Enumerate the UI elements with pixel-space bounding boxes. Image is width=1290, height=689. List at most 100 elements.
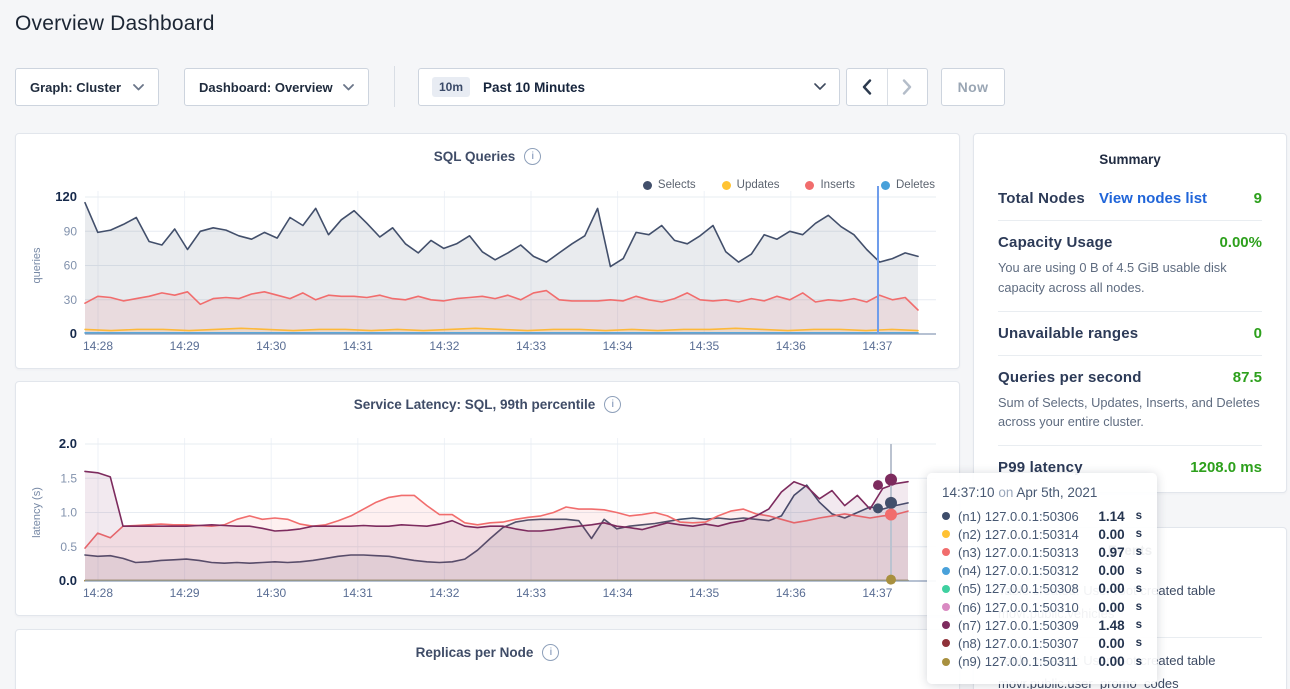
summary-row-total-nodes: Total Nodes View nodes list 9 (998, 177, 1262, 220)
svg-text:60: 60 (64, 259, 78, 273)
svg-text:14:35: 14:35 (689, 339, 719, 353)
svg-text:queries: queries (31, 247, 43, 284)
svg-text:90: 90 (64, 224, 78, 238)
svg-text:0: 0 (70, 326, 77, 341)
summary-value: 0 (1254, 325, 1262, 342)
summary-label: Capacity Usage (998, 234, 1113, 251)
summary-row-queries-per-second: Queries per second 87.5 Sum of Selects, … (998, 355, 1262, 446)
summary-value: 87.5 (1233, 369, 1262, 386)
hover-tooltip: 14:37:10 on Apr 5th, 2021 (n1) 127.0.0.1… (927, 473, 1157, 684)
svg-text:14:28: 14:28 (83, 339, 113, 353)
legend-item-selects[interactable]: Selects (643, 179, 696, 191)
svg-text:0.0: 0.0 (59, 573, 77, 588)
legend-item-inserts[interactable]: Inserts (805, 179, 855, 191)
svg-text:14:34: 14:34 (603, 586, 633, 600)
svg-text:1.5: 1.5 (60, 471, 77, 485)
svg-text:14:30: 14:30 (256, 586, 286, 600)
tooltip-row: (n8) 127.0.0.1:503070.00s (942, 634, 1142, 652)
next-range-button (888, 69, 928, 105)
view-nodes-link[interactable]: View nodes list (1099, 190, 1207, 207)
summary-label: Unavailable ranges (998, 325, 1138, 342)
svg-text:14:31: 14:31 (343, 586, 373, 600)
svg-text:14:33: 14:33 (516, 339, 546, 353)
svg-text:14:36: 14:36 (776, 339, 806, 353)
node-color-dot (942, 603, 950, 611)
chart-title: SQL Queries (434, 149, 516, 164)
sql-queries-chart[interactable]: 0 30 60 90 120 14:28 14:29 14:30 14:31 14:32 14:33… (16, 134, 959, 368)
tooltip-row: (n5) 127.0.0.1:503080.00s (942, 580, 1142, 598)
dashboard-dropdown-label: Dashboard: Overview (199, 80, 333, 95)
chevron-left-icon (862, 79, 872, 95)
page-title: Overview Dashboard (15, 12, 215, 36)
tooltip-row: (n2) 127.0.0.1:503140.00s (942, 525, 1142, 543)
svg-text:14:37: 14:37 (862, 586, 892, 600)
chart-header: Service Latency: SQL, 99th percentile i (16, 396, 959, 413)
summary-description: You are using 0 B of 4.5 GiB usable disk… (998, 258, 1262, 298)
summary-description: Sum of Selects, Updates, Inserts, and De… (998, 393, 1262, 433)
legend-item-deletes[interactable]: Deletes (881, 179, 935, 191)
tooltip-row: (n4) 127.0.0.1:503120.00s (942, 562, 1142, 580)
svg-text:30: 30 (64, 293, 78, 307)
chevron-right-icon (902, 79, 912, 95)
chart-header: SQL Queries i (16, 148, 959, 165)
time-range-badge: 10m (432, 77, 470, 97)
svg-text:120: 120 (55, 189, 77, 204)
node-color-dot (942, 621, 950, 629)
svg-text:14:37: 14:37 (862, 339, 892, 353)
tooltip-row: (n6) 127.0.0.1:503100.00s (942, 598, 1142, 616)
svg-text:14:30: 14:30 (256, 339, 286, 353)
info-icon[interactable]: i (524, 148, 541, 165)
svg-text:14:28: 14:28 (83, 586, 113, 600)
svg-text:14:29: 14:29 (170, 339, 200, 353)
chevron-down-icon (133, 84, 144, 91)
summary-value: 1208.0 ms (1190, 459, 1262, 476)
summary-label: Queries per second (998, 369, 1142, 386)
node-color-dot (942, 548, 950, 556)
time-range-arrows (846, 68, 928, 106)
chevron-down-icon (814, 83, 826, 91)
svg-text:latency (s): latency (s) (31, 487, 43, 538)
graph-dropdown-label: Graph: Cluster (30, 80, 121, 95)
chart-legend: Selects Updates Inserts Deletes (643, 179, 935, 191)
svg-text:14:31: 14:31 (343, 339, 373, 353)
dashboard-dropdown[interactable]: Dashboard: Overview (184, 68, 369, 106)
chart-title: Replicas per Node (416, 645, 534, 660)
chevron-down-icon (343, 84, 354, 91)
node-color-dot (942, 567, 950, 575)
chart-title: Service Latency: SQL, 99th percentile (354, 397, 596, 412)
node-color-dot (942, 585, 950, 593)
tooltip-row: (n3) 127.0.0.1:503130.97s (942, 543, 1142, 561)
svg-text:14:29: 14:29 (170, 586, 200, 600)
tooltip-timestamp: 14:37:10 on Apr 5th, 2021 (942, 485, 1142, 500)
svg-text:1.0: 1.0 (60, 506, 77, 520)
summary-value: 9 (1254, 190, 1262, 207)
node-color-dot (942, 512, 950, 520)
time-range-label: Past 10 Minutes (483, 80, 585, 95)
svg-text:14:35: 14:35 (689, 586, 719, 600)
tooltip-row: (n9) 127.0.0.1:503110.00s (942, 653, 1142, 671)
series-color-dot (722, 181, 731, 190)
service-latency-chart[interactable]: 0.00.51.01.52.014:2814:2914:3014:3114:32… (16, 382, 959, 615)
svg-text:14:32: 14:32 (429, 339, 459, 353)
svg-text:14:34: 14:34 (603, 339, 633, 353)
info-icon[interactable]: i (542, 644, 559, 661)
prev-range-button[interactable] (847, 69, 888, 105)
service-latency-panel: Service Latency: SQL, 99th percentile i … (15, 381, 960, 616)
graph-dropdown[interactable]: Graph: Cluster (15, 68, 159, 106)
tooltip-row: (n1) 127.0.0.1:503061.14s (942, 507, 1142, 525)
summary-row-unavailable-ranges: Unavailable ranges 0 (998, 311, 1262, 355)
node-color-dot (942, 639, 950, 647)
node-color-dot (942, 658, 950, 666)
svg-text:2.0: 2.0 (59, 436, 77, 451)
summary-label: Total Nodes (998, 190, 1085, 207)
summary-title: Summary (998, 152, 1262, 167)
tooltip-row: (n7) 127.0.0.1:503091.48s (942, 616, 1142, 634)
toolbar-divider (394, 66, 395, 107)
chart-header: Replicas per Node i (16, 644, 959, 661)
info-icon[interactable]: i (604, 396, 621, 413)
svg-text:0.5: 0.5 (60, 540, 77, 554)
legend-item-updates[interactable]: Updates (722, 179, 780, 191)
time-range-selector[interactable]: 10m Past 10 Minutes (418, 68, 840, 106)
series-color-dot (805, 181, 814, 190)
overview-dashboard-page: Overview Dashboard Graph: Cluster Dashbo… (0, 0, 1290, 689)
